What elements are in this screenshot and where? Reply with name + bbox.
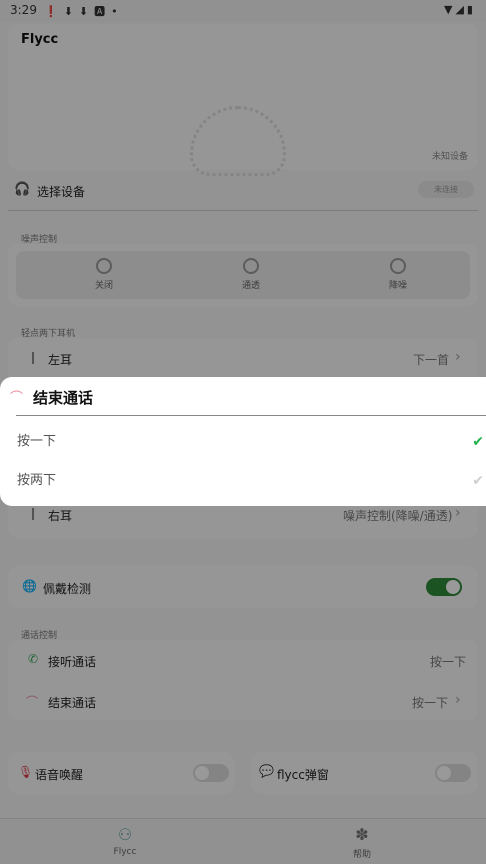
- check-selected-icon: ✔: [472, 434, 484, 450]
- hangup-icon: ⌒: [10, 391, 24, 406]
- check-unselected-icon: ✔: [472, 473, 484, 489]
- sheet-divider: [16, 415, 486, 416]
- sheet-title: 结束通话: [33, 389, 94, 407]
- sheet-option-label: 按两下: [17, 473, 57, 488]
- end-call-action-sheet: ⌒ 结束通话 按一下 ✔ 按两下 ✔: [0, 377, 486, 506]
- sheet-option-label: 按一下: [17, 434, 57, 449]
